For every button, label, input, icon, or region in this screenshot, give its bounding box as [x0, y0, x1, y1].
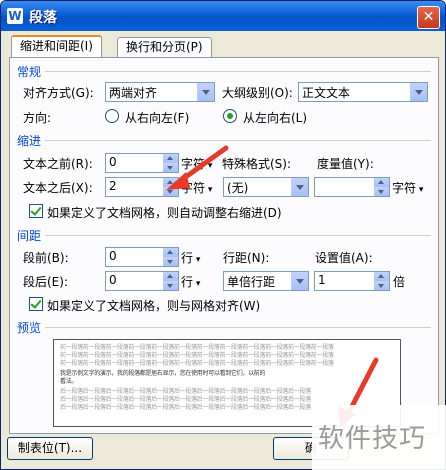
annotation-arrow: [166, 145, 229, 190]
watermark-text: 软件技巧: [318, 424, 427, 454]
annotation-arrows: [166, 145, 379, 428]
